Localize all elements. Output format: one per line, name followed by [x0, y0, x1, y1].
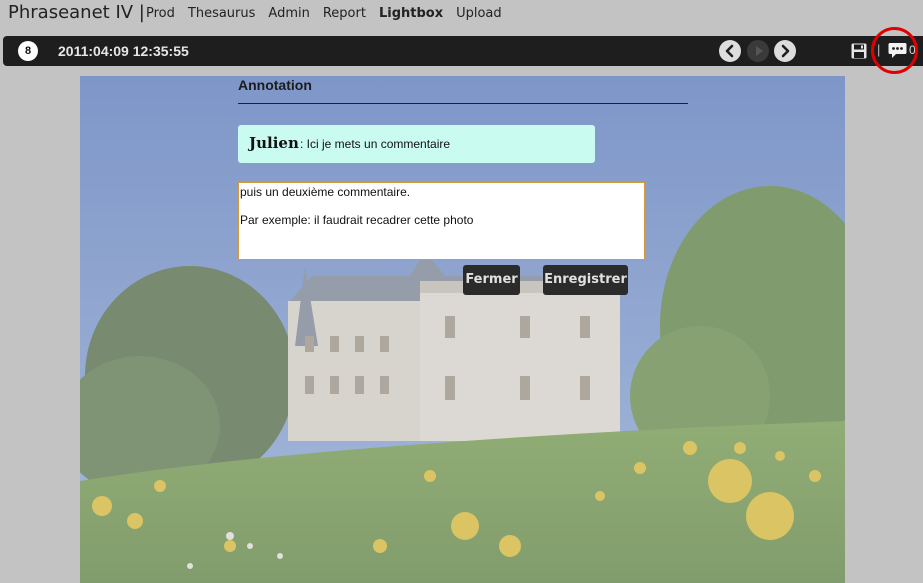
annotation-divider	[238, 103, 688, 104]
save-button[interactable]: Enregistrer	[543, 265, 628, 295]
nav-upload[interactable]: Upload	[456, 6, 502, 21]
nav-report[interactable]: Report	[323, 6, 366, 21]
next-button[interactable]	[774, 40, 796, 62]
top-navigation: Phraseanet IV | Prod Thesaurus Admin Rep…	[0, 0, 923, 30]
play-button[interactable]	[747, 40, 769, 62]
save-icon[interactable]	[851, 43, 867, 59]
nav-admin[interactable]: Admin	[268, 6, 309, 21]
close-button[interactable]: Fermer	[463, 265, 520, 295]
nav-thesaurus[interactable]: Thesaurus	[188, 6, 256, 21]
nav-lightbox[interactable]: Lightbox	[379, 6, 443, 21]
next-icon	[781, 44, 790, 58]
record-datetime: 2011:04:09 12:35:55	[58, 43, 189, 59]
record-toolbar: 8 2011:04:09 12:35:55 | 0	[3, 36, 923, 66]
comment-author: Julien	[249, 134, 299, 152]
previous-icon	[725, 44, 734, 58]
existing-comment: Julien : Ici je mets un commentaire	[238, 125, 595, 163]
nav-prod[interactable]: Prod	[146, 6, 175, 21]
comment-input[interactable]: puis un deuxième commentaire. Par exempl…	[238, 182, 645, 260]
comment-text: : Ici je mets un commentaire	[300, 137, 451, 151]
record-number-badge: 8	[18, 41, 38, 61]
annotation-heading: Annotation	[238, 77, 312, 93]
previous-button[interactable]	[719, 40, 741, 62]
highlight-annotation-circle	[871, 27, 918, 74]
nav-menu: Prod Thesaurus Admin Report Lightbox Upl…	[146, 6, 515, 21]
play-icon	[756, 46, 763, 56]
app-title: Phraseanet IV |	[8, 2, 145, 23]
